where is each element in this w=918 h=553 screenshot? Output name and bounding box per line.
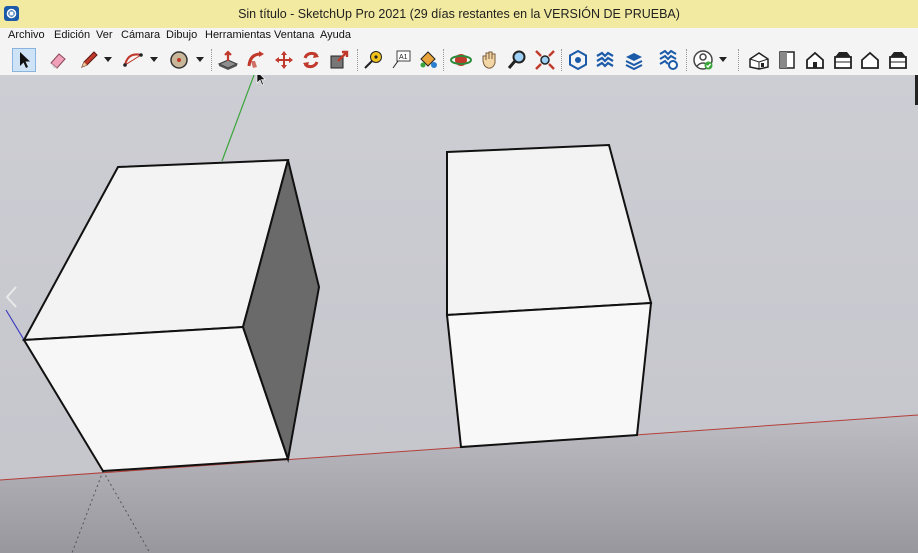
3d-warehouse-icon — [569, 49, 587, 71]
pan-tool-button[interactable] — [477, 48, 501, 72]
menu-bar: Archivo Edición Ver Cámara Dibujo Herram… — [0, 28, 918, 44]
eraser-tool-button[interactable] — [46, 48, 70, 72]
account-dropdown-arrow[interactable] — [719, 57, 727, 62]
extension-warehouse-button[interactable] — [593, 48, 617, 72]
account-icon — [693, 50, 713, 70]
iso-view-button[interactable] — [747, 48, 771, 72]
account-button[interactable] — [691, 48, 715, 72]
follow-me-tool-button[interactable] — [244, 48, 268, 72]
left-view-icon — [889, 52, 907, 69]
layout-button[interactable] — [622, 48, 646, 72]
select-tool-button[interactable] — [12, 48, 36, 72]
move-tool-button[interactable] — [272, 48, 296, 72]
toolbar-separator — [211, 49, 212, 71]
eraser-icon — [50, 53, 66, 69]
right-view-icon — [834, 52, 852, 69]
menu-ayuda[interactable]: Ayuda — [320, 29, 351, 41]
window-title: Sin título - SketchUp Pro 2021 (29 días … — [238, 7, 680, 21]
menu-dibujo[interactable]: Dibujo — [166, 29, 197, 41]
menu-ver[interactable]: Ver — [96, 29, 113, 41]
scale-tool-button[interactable] — [327, 48, 351, 72]
left-view-button[interactable] — [886, 48, 910, 72]
extension-warehouse-icon — [596, 51, 614, 68]
svg-text:A1: A1 — [399, 54, 408, 61]
rotate-tool-button[interactable] — [299, 48, 323, 72]
menu-edicion[interactable]: Edición — [54, 29, 90, 41]
arc-dropdown-arrow[interactable] — [150, 57, 158, 62]
toolbar-separator — [443, 49, 444, 71]
front-view-button[interactable] — [803, 48, 827, 72]
toolbar-separator — [561, 49, 562, 71]
toolbar-separator — [686, 49, 687, 71]
move-icon — [275, 51, 293, 69]
3d-warehouse-button[interactable] — [566, 48, 590, 72]
toolbar: A1 — [0, 44, 918, 76]
pan-icon — [482, 51, 496, 69]
rotate-icon — [303, 51, 319, 69]
back-view-icon — [861, 51, 879, 69]
pencil-dropdown-arrow[interactable] — [104, 57, 112, 62]
push-pull-icon — [217, 50, 239, 70]
menu-ventana[interactable]: Ventana — [274, 29, 314, 41]
modeling-viewport[interactable] — [0, 75, 918, 553]
right-view-button[interactable] — [831, 48, 855, 72]
zoom-tool-button[interactable] — [505, 48, 529, 72]
toolbar-separator — [357, 49, 358, 71]
pencil-icon — [81, 51, 98, 68]
menu-herramientas[interactable]: Herramientas — [205, 29, 271, 41]
top-view-icon — [779, 51, 795, 69]
arc-icon — [123, 53, 143, 67]
zoom-extents-icon — [535, 50, 555, 70]
menu-camara[interactable]: Cámara — [121, 29, 160, 41]
back-view-button[interactable] — [858, 48, 882, 72]
tape-measure-icon — [364, 51, 382, 69]
front-view-icon — [806, 51, 824, 69]
box-right[interactable] — [445, 143, 653, 449]
menu-archivo[interactable]: Archivo — [8, 29, 45, 41]
text-tool-button[interactable]: A1 — [389, 48, 413, 72]
title-bar: Sin título - SketchUp Pro 2021 (29 días … — [0, 0, 918, 29]
orbit-icon — [450, 54, 472, 66]
pencil-tool-button[interactable] — [77, 48, 101, 72]
zoom-icon — [507, 50, 526, 69]
paint-bucket-tool-button[interactable] — [416, 48, 440, 72]
text-icon: A1 — [392, 50, 411, 69]
select-icon — [20, 52, 30, 68]
arc-tool-button[interactable] — [121, 48, 145, 72]
paint-bucket-icon — [420, 51, 437, 68]
shape-dropdown-arrow[interactable] — [196, 57, 204, 62]
top-view-button[interactable] — [775, 48, 799, 72]
push-pull-tool-button[interactable] — [216, 48, 240, 72]
extension-manager-button[interactable] — [656, 48, 680, 72]
shape-circle-icon — [170, 51, 188, 69]
iso-view-icon — [749, 52, 769, 70]
orbit-tool-button[interactable] — [449, 48, 473, 72]
zoom-extents-tool-button[interactable] — [533, 48, 557, 72]
shape-tool-button[interactable] — [167, 48, 191, 72]
follow-me-icon — [247, 51, 264, 68]
extension-manager-icon — [659, 49, 678, 70]
scale-icon — [330, 50, 349, 69]
tape-measure-tool-button[interactable] — [361, 48, 385, 72]
toolbar-separator — [738, 49, 739, 71]
layout-icon — [625, 53, 643, 71]
box-right-front-face — [445, 301, 653, 449]
